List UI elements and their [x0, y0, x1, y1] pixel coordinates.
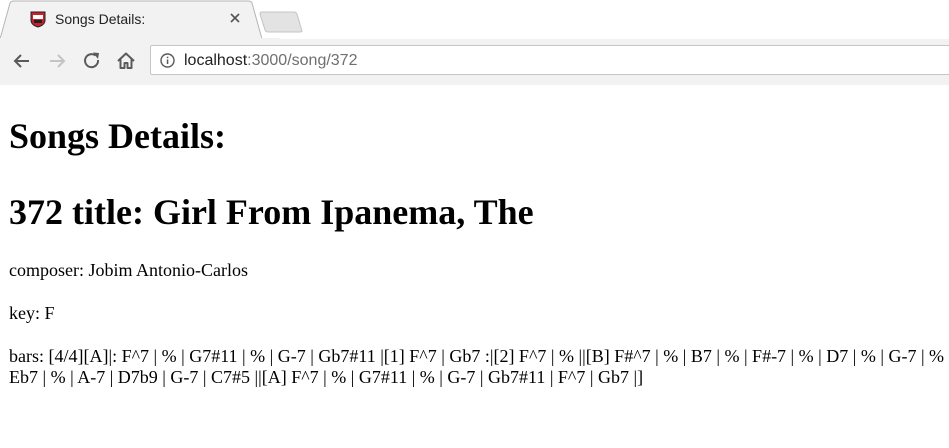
address-bar[interactable]: localhost:3000/song/372	[150, 45, 949, 75]
new-tab-button[interactable]	[258, 11, 304, 33]
back-arrow-icon[interactable]	[10, 49, 34, 73]
forward-arrow-icon[interactable]	[45, 49, 69, 73]
tab-strip: Songs Details:	[0, 0, 949, 40]
url-path: :3000/song/372	[247, 52, 358, 69]
key-text: key: F	[9, 303, 55, 323]
home-icon[interactable]	[114, 49, 138, 73]
bars-text: bars: [4/4][A]|: F^7 | % | G7#11 | % | G…	[9, 346, 949, 387]
song-title-heading: 372 title: Girl From Ipanema, The	[9, 192, 534, 232]
url-host: localhost	[184, 52, 248, 69]
info-icon[interactable]	[160, 53, 175, 68]
page-heading: Songs Details:	[9, 116, 227, 156]
browser-toolbar: localhost:3000/song/372	[0, 39, 949, 85]
browser-chrome: Songs Details: localhost:3000/song/372	[0, 0, 949, 85]
shield-favicon-icon	[30, 11, 46, 28]
reload-icon[interactable]	[80, 49, 104, 73]
composer-text: composer: Jobim Antonio-Carlos	[9, 260, 248, 280]
url-text[interactable]: localhost:3000/song/372	[184, 52, 357, 70]
tab-title[interactable]: Songs Details:	[55, 11, 145, 27]
close-icon[interactable]	[228, 11, 242, 25]
